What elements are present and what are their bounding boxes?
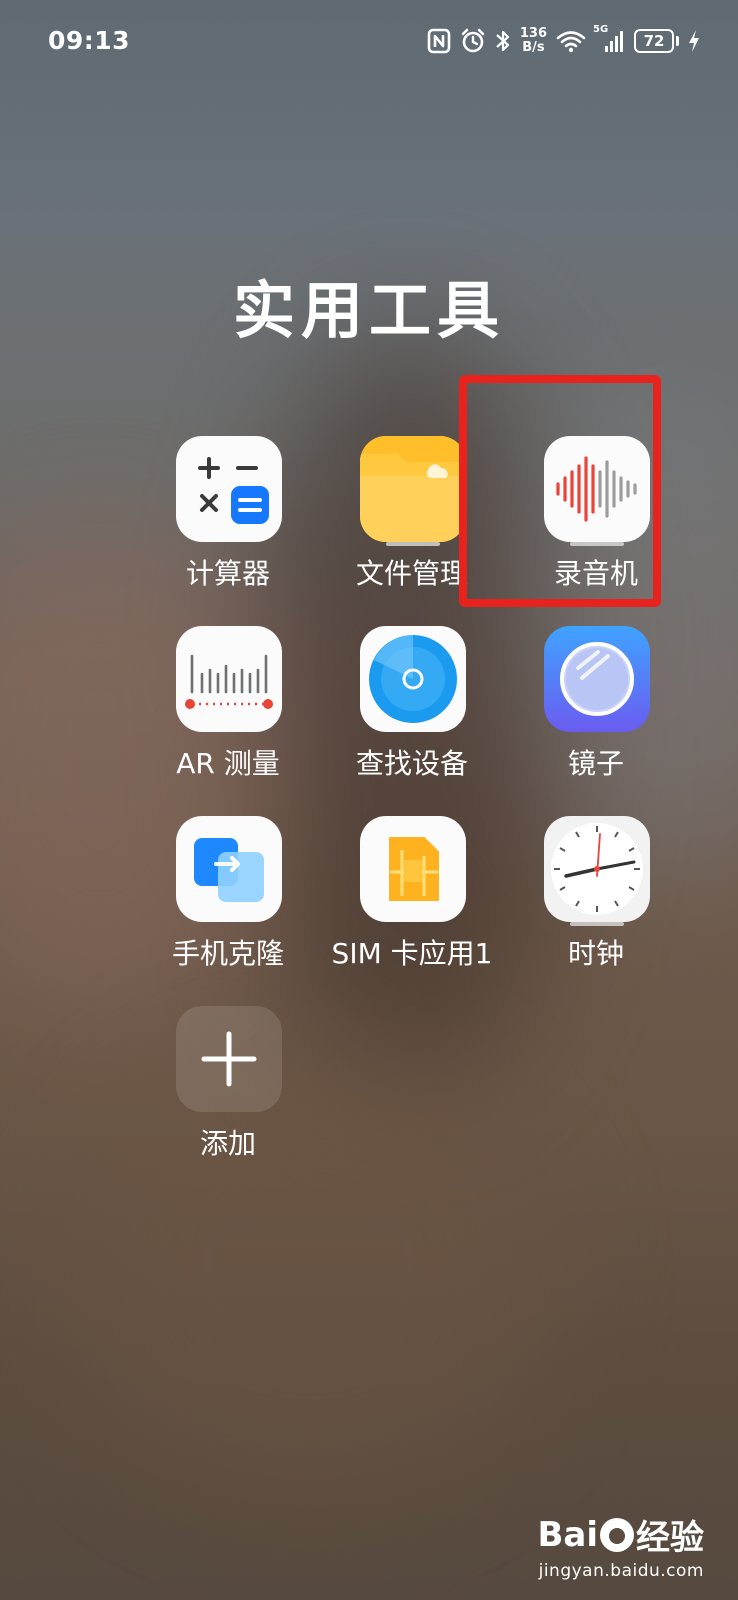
app-label: 手机克隆 bbox=[171, 937, 284, 970]
watermark-url: jingyan.baidu.com bbox=[538, 1561, 704, 1581]
radar-icon bbox=[360, 626, 466, 732]
signal-type-label: 5G bbox=[593, 24, 609, 35]
status-time: 09:13 bbox=[48, 26, 131, 55]
status-icons: 136 B/s 5G 72 bbox=[427, 24, 700, 58]
app-label: SIM 卡应用1 bbox=[331, 937, 493, 970]
network-speed: 136 B/s bbox=[520, 24, 547, 58]
phone-clone-icon bbox=[176, 816, 282, 922]
ruler-icon bbox=[176, 626, 282, 732]
plus-icon bbox=[176, 1006, 282, 1112]
network-speed-value: 136 bbox=[519, 26, 547, 41]
app-label: 时钟 bbox=[567, 937, 624, 970]
battery-level: 72 bbox=[634, 29, 674, 53]
bluetooth-icon bbox=[495, 24, 511, 58]
cellular-signal-icon: 5G bbox=[593, 24, 625, 58]
folder-icon bbox=[360, 436, 466, 542]
watermark-brand-right: 经验 bbox=[636, 1518, 704, 1558]
battery-icon: 72 bbox=[634, 29, 679, 53]
app-label: 查找设备 bbox=[355, 747, 468, 780]
app-label: 添加 bbox=[199, 1127, 256, 1160]
watermark-brand-left: Bai bbox=[537, 1514, 598, 1555]
mirror-icon bbox=[544, 626, 650, 732]
app-label: 计算器 bbox=[185, 557, 270, 590]
app-label: 镜子 bbox=[567, 747, 624, 780]
clock-icon bbox=[544, 816, 650, 922]
network-speed-unit: B/s bbox=[522, 40, 545, 55]
open-indicator bbox=[570, 922, 624, 926]
app-label: AR 测量 bbox=[176, 747, 280, 780]
wifi-icon bbox=[556, 24, 586, 58]
sim-card-icon bbox=[360, 816, 466, 922]
open-indicator bbox=[386, 542, 440, 546]
status-bar: 09:13 136 B/s 5G 72 bbox=[0, 0, 738, 84]
paw-icon bbox=[600, 1517, 634, 1552]
baidu-jingyan-watermark: Bai 经验 jingyan.baidu.com bbox=[537, 1510, 704, 1582]
wallpaper-blur bbox=[60, 1050, 560, 1500]
calculator-icon bbox=[176, 436, 282, 542]
nfc-icon bbox=[427, 24, 451, 58]
highlight-box bbox=[459, 375, 661, 607]
charging-icon bbox=[688, 24, 700, 58]
folder-title[interactable]: 实用工具 bbox=[0, 260, 738, 350]
alarm-icon bbox=[460, 24, 486, 58]
